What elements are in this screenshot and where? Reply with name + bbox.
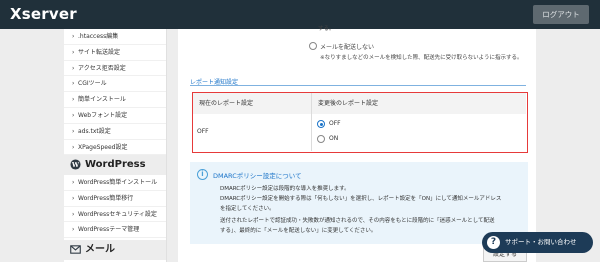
table-header-current: 現在のレポート設定 [193,93,311,114]
sidebar-item-site-redirect[interactable]: › サイト転送設定 [64,45,166,61]
option-do-not-deliver-label: メールを配送しない [320,44,375,51]
table-header-after: 変更後のレポート設定 [312,93,526,114]
chevron-right-icon: › [72,143,75,151]
sidebar: › .htaccess編集 › サイト転送設定 › アクセス拒否設定 › CGIツール … [64,29,167,262]
sidebar-heading-wordpress: W WordPress [64,155,166,175]
chevron-right-icon: › [72,80,75,88]
chevron-right-icon: › [72,64,75,72]
sidebar-item-xpagespeed[interactable]: › XPageSpeed設定 [64,140,166,156]
svg-text:W: W [71,161,80,169]
logout-button[interactable]: ログアウト [533,5,589,24]
radio-report-on[interactable] [317,135,325,143]
chevron-right-icon: › [72,127,75,135]
info-line: DMARCポリシー設定は段階的な導入を推奨します。 [220,186,350,192]
chevron-right-icon: › [72,179,75,186]
chevron-right-icon: › [72,194,75,202]
chevron-right-icon: › [72,96,75,104]
wordpress-icon: W [70,159,81,170]
current-report-value: OFF [197,128,209,135]
main-panel: する。 メールを配送しない ※なりすましなどのメールを検知した際、配送先に受け取… [178,26,536,262]
option-note-fragment: する。 [318,26,335,32]
info-line: する」、最終的に「メールを配送しない」に変更してください。 [220,228,377,234]
chevron-right-icon: › [72,33,75,40]
sidebar-item-wp-security[interactable]: › WordPressセキュリティ設定 [64,207,166,223]
chevron-right-icon: › [72,226,75,234]
option-do-not-deliver-note: ※なりすましなどのメールを検知した際、配送先に受け取らないように指示する。 [320,55,523,61]
dmarc-info-box: i DMARCポリシー設定について DMARCポリシー設定は段階的な導入を推奨し… [190,162,528,244]
question-icon: ? [487,236,500,249]
sidebar-item-wp-migrate[interactable]: › WordPress簡単移行 [64,191,166,207]
sidebar-item-easy-install[interactable]: › 簡単インストール [64,92,166,108]
sidebar-item-access-deny[interactable]: › アクセス拒否設定 [64,61,166,77]
radio-report-on-label: ON [329,135,339,142]
chevron-right-icon: › [72,48,75,56]
sidebar-item-web-font[interactable]: › Webフォント設定 [64,108,166,124]
sidebar-item-cgi-tools[interactable]: › CGIツール [64,76,166,93]
support-label: サポート・お問い合わせ [505,238,577,246]
sidebar-item-wp-easy-install[interactable]: › WordPress簡単インストール [64,175,166,191]
radio-do-not-deliver[interactable] [309,42,317,50]
chevron-right-icon: › [72,210,75,218]
info-title: DMARCポリシー設定について [213,172,302,180]
xserver-logo[interactable]: Xserver [10,5,77,23]
report-settings-table: 現在のレポート設定 変更後のレポート設定 OFF OFF ON [192,92,528,153]
sidebar-item-htaccess[interactable]: › .htaccess編集 [64,29,166,45]
info-line: 送付されたレポートで認証成功・失敗数が通知されるので、その内容をもとに段階的に「… [220,218,495,224]
mail-icon [70,245,81,254]
info-line: DMARCポリシー設定を開始する際は「何もしない」を選択し、レポート設定を「ON… [220,196,502,202]
sidebar-item-ads-txt[interactable]: › ads.txt設定 [64,124,166,140]
radio-report-off-label: OFF [329,120,341,127]
sidebar-item-wp-theme[interactable]: › WordPressテーマ管理 [64,222,166,239]
sidebar-heading-mail: メール [64,240,166,260]
info-icon: i [197,169,208,180]
top-header: Xserver ログアウト [0,0,600,29]
section-divider [190,85,526,86]
info-line: を指定してください。 [220,206,275,212]
support-contact-button[interactable]: ? サポート・お問い合わせ [482,232,593,253]
radio-report-off[interactable] [317,120,325,128]
table-divider [311,93,312,151]
chevron-right-icon: › [72,112,75,119]
